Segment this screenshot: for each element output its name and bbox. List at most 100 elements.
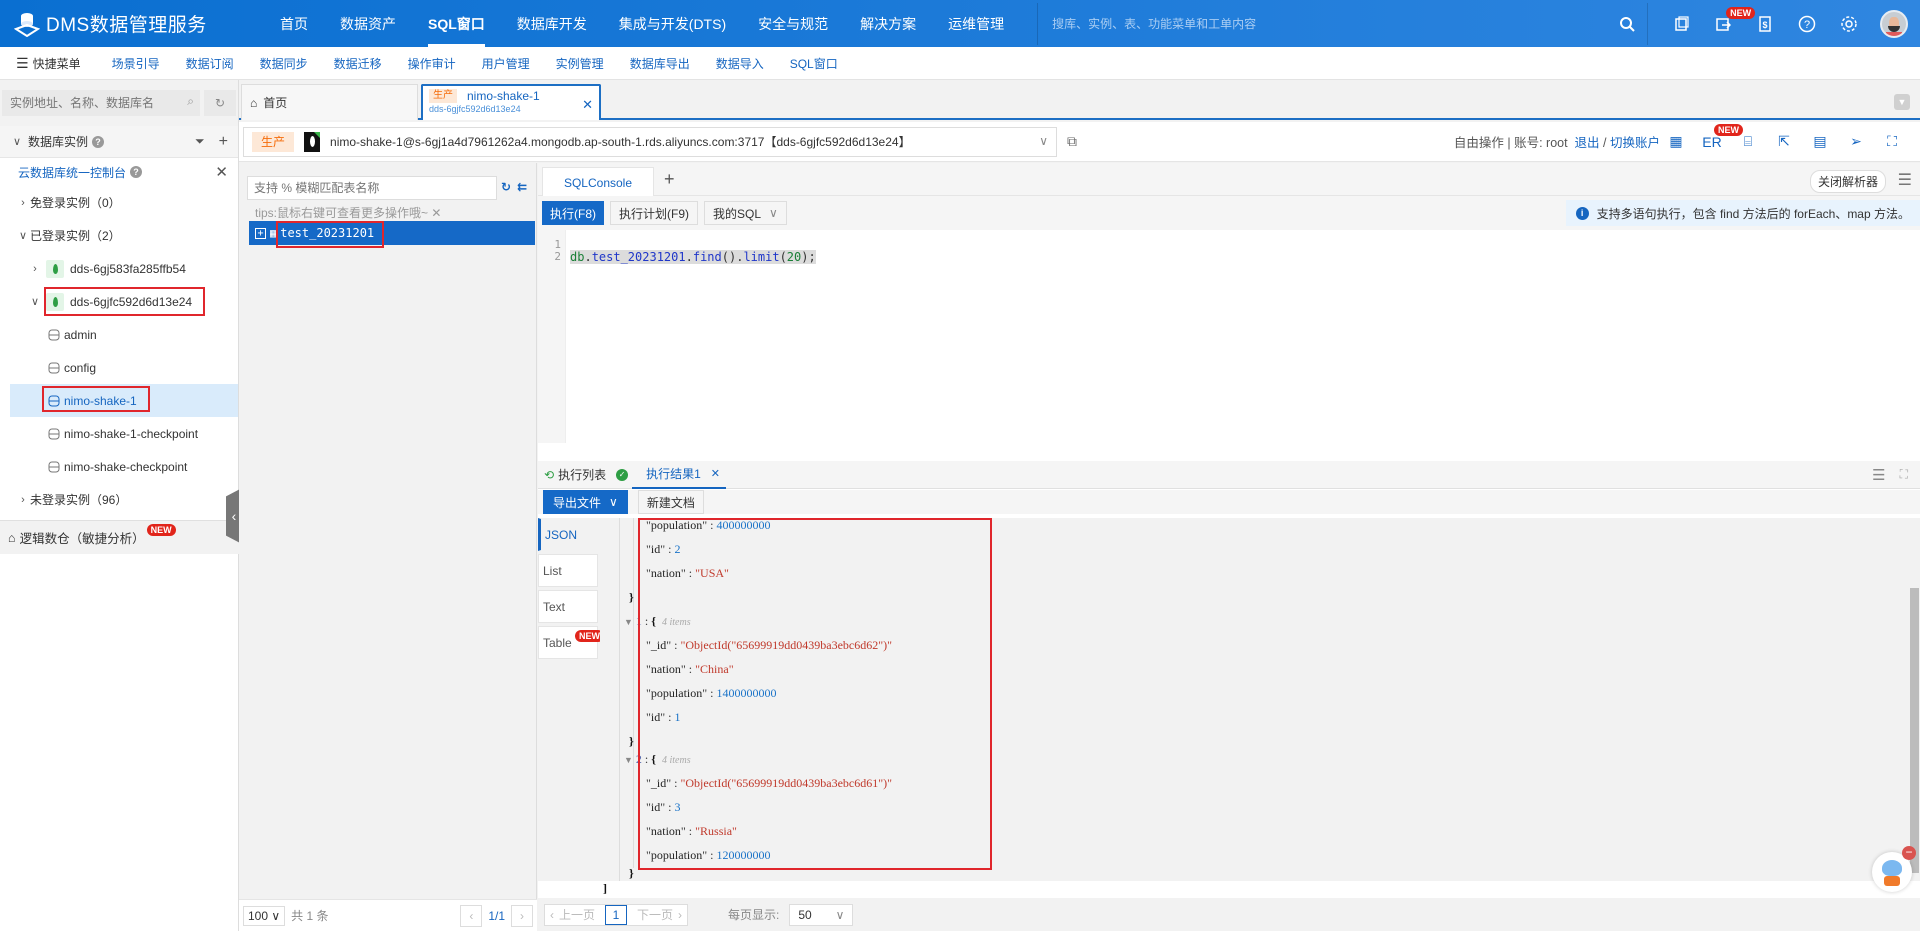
scroll-thumb[interactable] (1910, 588, 1919, 873)
subnav-audit[interactable]: 操作审计 (395, 55, 469, 72)
cloud-console-link[interactable]: 云数据库统一控制台 ? ✕ (0, 158, 238, 186)
table-row-selected[interactable]: + ▦ test_20231201 (249, 221, 535, 248)
collapse-list-icon[interactable]: ⇇ (517, 180, 527, 194)
per-page-select[interactable]: 50 ∨ (789, 903, 854, 926)
nav-home[interactable]: 首页 (264, 0, 324, 47)
nav-dts[interactable]: 集成与开发(DTS) (603, 0, 742, 47)
switch-account-link[interactable]: 切换账户 (1610, 136, 1660, 150)
prev-page-button[interactable]: ‹ (460, 904, 483, 927)
search-icon[interactable] (1619, 16, 1635, 32)
subnav-instances[interactable]: 实例管理 (543, 55, 617, 72)
expand-icon[interactable]: ⛶ (1900, 467, 1908, 482)
subnav-scene-guide[interactable]: 场景引导 (99, 55, 173, 72)
close-icon[interactable]: ✕ (215, 163, 228, 181)
chevron-down-icon[interactable]: ∨ (10, 135, 24, 148)
subnav-sql-window[interactable]: SQL窗口 (777, 55, 851, 72)
billing-icon[interactable]: $ (1744, 9, 1786, 39)
tree-db[interactable]: config (0, 351, 238, 384)
copy-icon[interactable]: ⧉ (1067, 133, 1077, 150)
view-list[interactable]: List (538, 554, 598, 587)
prev-page-button[interactable]: ‹ 上一页 (545, 905, 605, 925)
tab-sqlconsole[interactable]: SQLConsole (542, 167, 654, 197)
nav-solutions[interactable]: 解决方案 (844, 0, 932, 47)
page-size-select[interactable]: 100 ∨ (243, 905, 286, 926)
tree-group-logged-in[interactable]: ∨ 已登录实例（2） (0, 219, 238, 252)
send-icon[interactable]: ➢ (1838, 133, 1874, 150)
code-editor[interactable]: 12 db.test_20231201.find().limit(20); (538, 230, 1920, 443)
tree-instance[interactable]: › dds-6gj583fa285ffb54 (0, 252, 238, 285)
close-tips-icon[interactable]: ✕ (431, 206, 441, 220)
nav-data-assets[interactable]: 数据资产 (324, 0, 412, 47)
tree-group-not-logged[interactable]: › 未登录实例（96） (0, 483, 238, 516)
help-icon[interactable]: ? (130, 166, 143, 178)
tree-db-selected[interactable]: nimo-shake-1 (10, 384, 238, 417)
subnav-users[interactable]: 用户管理 (469, 55, 543, 72)
tree-group-free-login[interactable]: › 免登录实例（0） (0, 186, 238, 219)
quick-menu[interactable]: ☰ 快捷菜单 (0, 55, 99, 72)
tab-execution-history[interactable]: ⟲ 执行列表 (538, 461, 612, 489)
workorder-icon[interactable] (1660, 9, 1702, 39)
logout-link[interactable]: 退出 (1575, 136, 1600, 150)
help-icon[interactable]: ? (92, 135, 105, 148)
refresh-icon[interactable]: ↻ (501, 180, 511, 194)
settings-icon[interactable] (1828, 9, 1870, 39)
table-search-input[interactable] (254, 181, 484, 195)
collapse-icon[interactable]: ▼ (624, 755, 633, 765)
close-parser-button[interactable]: 关闭解析器 (1809, 170, 1886, 193)
explain-button[interactable]: 执行计划(F9) (610, 201, 698, 225)
tree-db[interactable]: admin (0, 318, 238, 351)
nav-sql-window[interactable]: SQL窗口 (412, 0, 501, 47)
close-tab-icon[interactable]: ✕ (582, 97, 593, 113)
monitor-icon[interactable]: ⌸ (1730, 133, 1766, 150)
close-icon[interactable]: ✕ (711, 467, 720, 480)
nav-ops[interactable]: 运维管理 (932, 0, 1020, 47)
tab-home[interactable]: ⌂ 首页 (241, 84, 418, 120)
current-page[interactable]: 1 (605, 904, 628, 925)
add-icon[interactable]: + (219, 133, 228, 151)
nav-security[interactable]: 安全与规范 (742, 0, 844, 47)
add-tab-icon[interactable]: + (664, 169, 675, 190)
search-icon[interactable]: ⌕ (187, 94, 194, 109)
tab-result-1[interactable]: 执行结果1 ✕ (632, 461, 726, 489)
fullscreen-icon[interactable]: ⛶ (1874, 133, 1910, 150)
instance-search-input[interactable] (10, 96, 170, 110)
new-document-button[interactable]: 新建文档 (637, 490, 704, 514)
tree-instance-selected[interactable]: ∨ dds-6gjfc592d6d13e24 (0, 285, 238, 318)
tabs-more-icon[interactable]: ▼ (1894, 94, 1910, 110)
support-assistant[interactable]: − (1872, 846, 1916, 892)
view-text[interactable]: Text (538, 590, 598, 623)
view-json[interactable]: JSON (538, 518, 598, 551)
result-scrollbar[interactable] (1908, 518, 1920, 881)
document-icon[interactable]: ▤ (1802, 133, 1838, 150)
help-icon[interactable]: ? (1786, 9, 1828, 39)
subnav-sync[interactable]: 数据同步 (247, 55, 321, 72)
view-table[interactable]: Table NEW (538, 626, 604, 659)
global-search-input[interactable] (1052, 16, 1593, 31)
execute-button[interactable]: 执行(F8) (542, 201, 604, 225)
collapse-icon[interactable]: ▼ (624, 617, 633, 627)
next-page-button[interactable]: › (511, 904, 533, 927)
app-logo[interactable]: DMS数据管理服务 (14, 10, 264, 37)
menu-icon[interactable]: ☰ (1872, 466, 1885, 484)
tree-db[interactable]: nimo-shake-checkpoint (0, 450, 238, 483)
minimize-icon[interactable]: − (1902, 846, 1916, 860)
menu-icon[interactable]: ☰ (1898, 170, 1912, 190)
export-icon[interactable]: ⇱ (1766, 133, 1802, 150)
refresh-icon[interactable]: ↻ (204, 90, 236, 116)
table-icon[interactable]: ▦ (1658, 133, 1694, 150)
export-file-dropdown[interactable]: 导出文件 ∨ (543, 490, 628, 514)
subnav-import[interactable]: 数据导入 (703, 55, 777, 72)
logical-warehouse[interactable]: ⌂ 逻辑数仓（敏捷分析） NEW (0, 520, 239, 554)
migrate-icon[interactable]: NEW (1702, 6, 1756, 39)
next-page-button[interactable]: 下一页 › (627, 905, 687, 925)
er-diagram-button[interactable]: ER NEW (1694, 123, 1743, 150)
filter-icon[interactable]: ⏷ (195, 134, 205, 149)
nav-db-dev[interactable]: 数据库开发 (501, 0, 603, 47)
my-sql-dropdown[interactable]: 我的SQL ∨ (704, 201, 787, 225)
tree-db[interactable]: nimo-shake-1-checkpoint (0, 417, 238, 450)
subnav-subscription[interactable]: 数据订阅 (173, 55, 247, 72)
tab-nimo-shake-1[interactable]: 生产 nimo-shake-1 dds-6gjfc592d6d13e24 ✕ (421, 84, 601, 120)
subnav-migration[interactable]: 数据迁移 (321, 55, 395, 72)
instance-selector[interactable]: 生产 nimo-shake-1@s-6gj1a4d7961262a4.mongo… (243, 126, 1057, 157)
user-avatar[interactable] (1880, 9, 1909, 38)
